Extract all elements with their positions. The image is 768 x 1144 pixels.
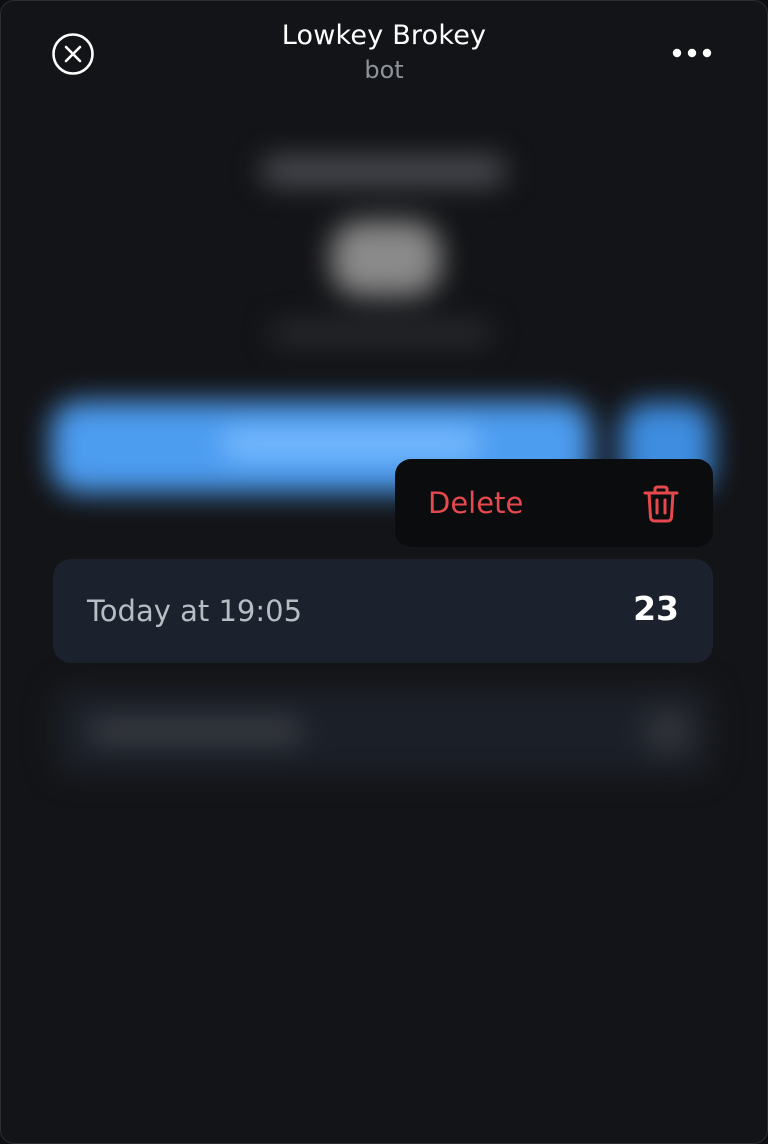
focused-list-item[interactable]: Today at 19:05 23: [53, 559, 713, 663]
blurred-subtitle: [271, 323, 491, 343]
close-button[interactable]: [51, 32, 95, 76]
more-button[interactable]: [671, 43, 713, 63]
header: Lowkey Brokey bot: [1, 1, 767, 101]
more-horizontal-icon: [672, 48, 712, 58]
page-subtitle: bot: [364, 56, 404, 84]
mini-app-window: Lowkey Brokey bot Today at 19:05 23 Dele…: [0, 0, 768, 1144]
blurred-title: [261, 156, 506, 186]
blurred-icon: [331, 221, 441, 296]
delete-label: Delete: [428, 486, 524, 520]
item-timestamp: Today at 19:05: [87, 594, 303, 628]
item-count: 23: [633, 589, 679, 628]
delete-menu-item[interactable]: Delete: [395, 459, 713, 547]
page-title: Lowkey Brokey: [281, 20, 487, 51]
close-circle-icon: [52, 33, 94, 75]
context-menu: Delete: [395, 459, 713, 547]
header-title-group: Lowkey Brokey bot: [1, 19, 767, 87]
trash-icon: [643, 485, 679, 523]
blurred-list-item: [53, 686, 713, 776]
